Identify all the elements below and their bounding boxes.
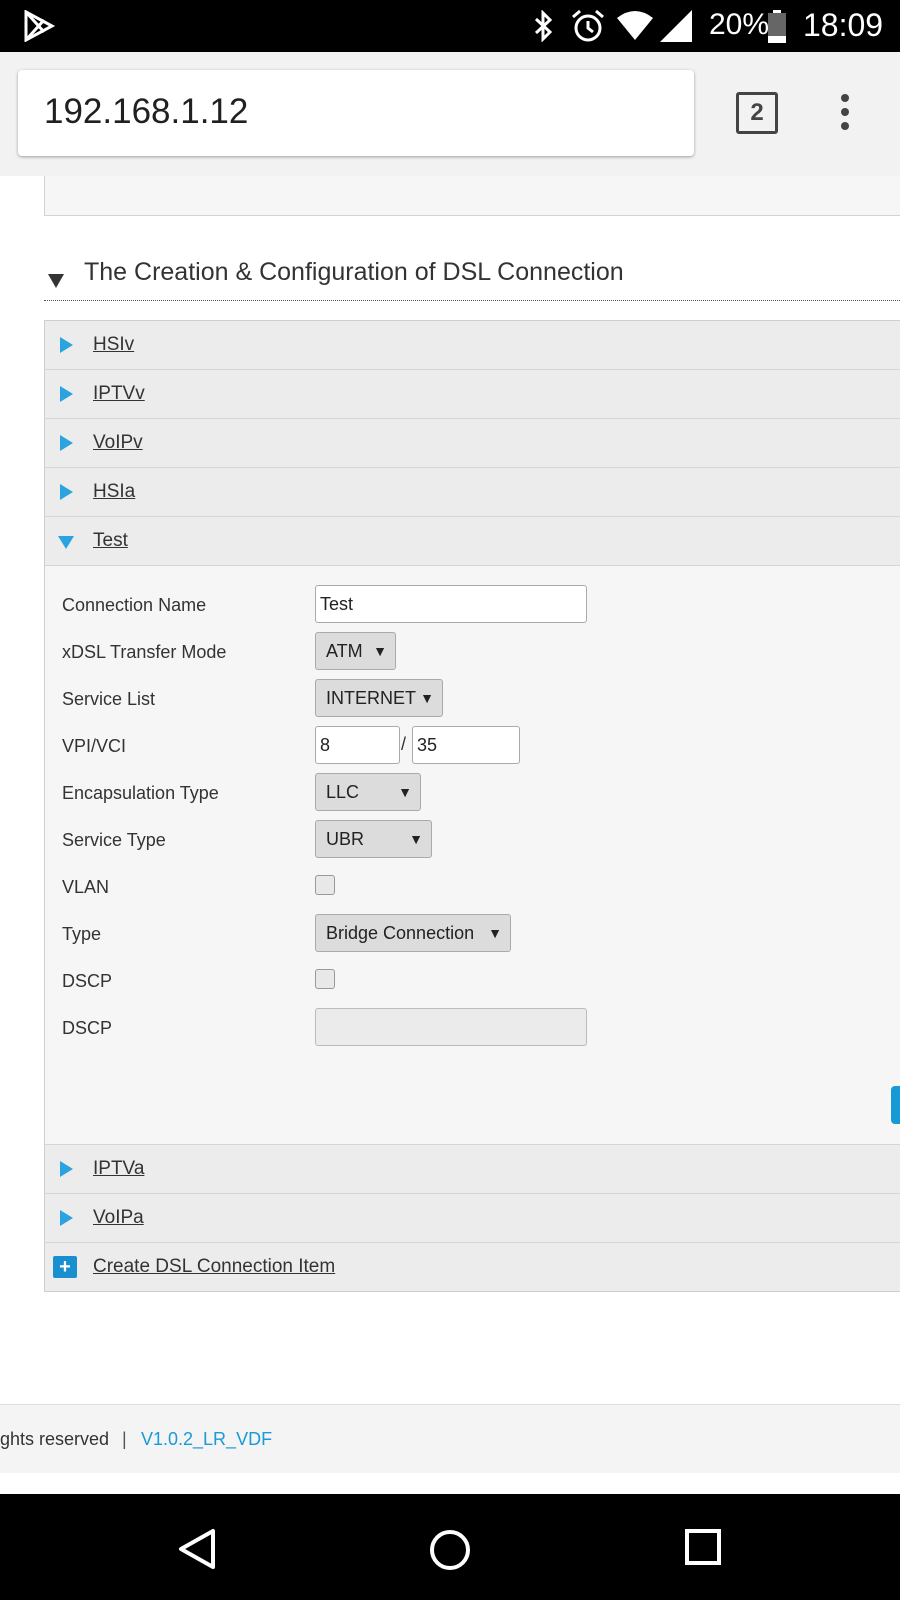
battery-icon	[768, 10, 786, 43]
dscp-checkbox[interactable]	[315, 969, 335, 989]
service-list-select[interactable]: INTERNET ▼	[315, 679, 443, 717]
connection-edit-form: Connection Name Test xDSL Transfer Mode …	[45, 566, 900, 1145]
page-footer: ghts reserved | V1.0.2_LR_VDF	[0, 1404, 900, 1473]
encapsulation-row: Encapsulation Type LLC ▼	[62, 773, 662, 813]
expand-arrow-icon	[60, 435, 73, 451]
copyright-text: ghts reserved	[0, 1429, 110, 1449]
clock: 18:09	[803, 7, 884, 43]
dsl-connection-list: HSIv IPTVv VoIPv HSIa Test Connection Na…	[44, 320, 900, 1292]
expand-arrow-icon	[60, 1210, 73, 1226]
type-select[interactable]: Bridge Connection ▼	[315, 914, 511, 952]
xdsl-mode-row: xDSL Transfer Mode ATM ▼	[62, 632, 662, 672]
connection-item-test[interactable]: Test	[45, 517, 900, 566]
dscp-value-input[interactable]	[315, 1008, 587, 1046]
play-store-icon	[24, 10, 56, 42]
url-text: 192.168.1.12	[44, 92, 249, 131]
connection-item-voipa[interactable]: VoIPa	[45, 1194, 900, 1243]
encapsulation-select[interactable]: LLC ▼	[315, 773, 421, 811]
vpi-vci-label: VPI/VCI	[62, 736, 127, 756]
expand-arrow-icon	[60, 484, 73, 500]
connection-name-input[interactable]: Test	[315, 585, 587, 623]
alarm-icon	[572, 9, 604, 42]
service-list-label: Service List	[62, 689, 156, 709]
service-type-row: Service Type UBR ▼	[62, 820, 662, 860]
navigation-bar	[0, 1494, 900, 1600]
apply-button[interactable]	[891, 1086, 900, 1124]
connection-name-label: Connection Name	[62, 595, 207, 615]
type-label: Type	[62, 924, 102, 944]
connection-item-label[interactable]: HSIa	[93, 481, 135, 503]
connection-item-label[interactable]: HSIv	[93, 334, 134, 356]
dscp-value-label: DSCP	[62, 1018, 113, 1038]
vlan-checkbox[interactable]	[315, 875, 335, 895]
type-value: Bridge Connection	[326, 923, 475, 943]
dropdown-caret-icon: ▼	[373, 643, 387, 659]
version-link[interactable]: V1.0.2_LR_VDF	[141, 1429, 272, 1450]
section-header[interactable]: The Creation & Configuration of DSL Conn…	[44, 256, 900, 301]
home-nav-icon[interactable]	[428, 1528, 472, 1572]
add-icon[interactable]: +	[53, 1256, 77, 1278]
collapse-triangle-icon	[48, 274, 64, 288]
service-type-label: Service Type	[62, 830, 166, 850]
bluetooth-icon	[534, 10, 553, 42]
encapsulation-label: Encapsulation Type	[62, 783, 219, 803]
expand-arrow-icon	[60, 337, 73, 353]
connection-item-hsia[interactable]: HSIa	[45, 468, 900, 517]
overflow-menu-icon[interactable]	[838, 94, 852, 134]
connection-item-iptvv[interactable]: IPTVv	[45, 370, 900, 419]
connection-item-iptva[interactable]: IPTVa	[45, 1145, 900, 1194]
dscp-check-row: DSCP	[62, 961, 662, 1001]
dscp-value-row: DSCP	[62, 1008, 662, 1048]
service-type-value: UBR	[326, 829, 365, 849]
encapsulation-value: LLC	[326, 782, 360, 802]
connection-item-hsiv[interactable]: HSIv	[45, 321, 900, 370]
xdsl-mode-select[interactable]: ATM ▼	[315, 632, 396, 670]
vpi-input[interactable]: 8	[315, 726, 400, 764]
type-row: Type Bridge Connection ▼	[62, 914, 662, 954]
dropdown-caret-icon: ▼	[409, 831, 423, 847]
connection-item-label[interactable]: VoIPv	[93, 432, 143, 454]
dropdown-caret-icon: ▼	[420, 690, 434, 706]
service-type-select[interactable]: UBR ▼	[315, 820, 432, 858]
dscp-check-label: DSCP	[62, 971, 113, 991]
vlan-row: VLAN	[62, 867, 662, 907]
xdsl-mode-label: xDSL Transfer Mode	[62, 642, 227, 662]
section-title: The Creation & Configuration of DSL Conn…	[84, 258, 624, 286]
xdsl-mode-value: ATM	[326, 641, 363, 661]
dropdown-caret-icon: ▼	[398, 784, 412, 800]
back-nav-icon[interactable]	[177, 1528, 219, 1570]
create-connection-link[interactable]: Create DSL Connection Item	[93, 1256, 335, 1278]
browser-toolbar: 192.168.1.12 2	[0, 52, 900, 176]
footer-separator: |	[122, 1429, 127, 1449]
service-list-row: Service List INTERNET ▼	[62, 679, 662, 719]
status-bar: 20% 18:09	[0, 0, 900, 52]
cellular-signal-icon	[660, 10, 692, 42]
connection-item-voipv[interactable]: VoIPv	[45, 419, 900, 468]
page-content: The Creation & Configuration of DSL Conn…	[0, 176, 900, 1494]
address-bar[interactable]: 192.168.1.12	[18, 70, 694, 156]
vci-input[interactable]: 35	[412, 726, 520, 764]
connection-item-label[interactable]: IPTVa	[93, 1158, 144, 1180]
previous-panel	[44, 176, 900, 216]
recents-nav-icon[interactable]	[684, 1528, 722, 1566]
connection-item-label[interactable]: IPTVv	[93, 383, 145, 405]
battery-percent: 20%	[709, 8, 770, 41]
collapse-arrow-icon	[58, 536, 74, 549]
vpi-vci-row: VPI/VCI 8 / 35	[62, 726, 662, 766]
vlan-label: VLAN	[62, 877, 110, 897]
expand-arrow-icon	[60, 1161, 73, 1177]
wifi-icon	[617, 11, 653, 40]
create-connection-row[interactable]: + Create DSL Connection Item	[45, 1243, 900, 1291]
connection-item-label[interactable]: VoIPa	[93, 1207, 144, 1229]
vpi-vci-separator: /	[401, 734, 407, 754]
connection-name-row: Connection Name Test	[62, 585, 662, 625]
expand-arrow-icon	[60, 386, 73, 402]
dropdown-caret-icon: ▼	[488, 925, 502, 941]
connection-item-label[interactable]: Test	[93, 530, 128, 552]
service-list-value: INTERNET	[326, 688, 416, 708]
tab-switcher-button[interactable]: 2	[736, 92, 778, 134]
